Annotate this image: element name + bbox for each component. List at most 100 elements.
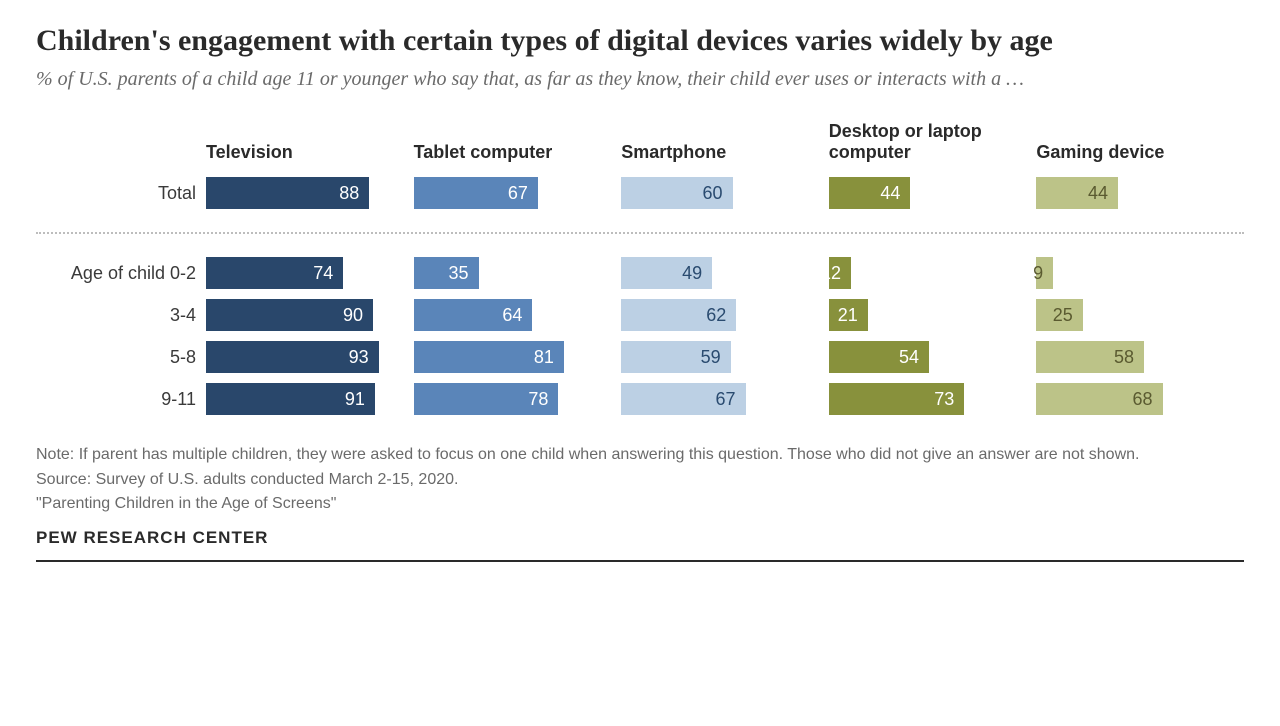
- bar-cell: 58: [1036, 341, 1244, 373]
- rows-group-total: Total88 67 60 44 44: [36, 172, 1244, 214]
- source-line: Source: Survey of U.S. adults conducted …: [36, 469, 1244, 491]
- bar: 78: [414, 383, 559, 415]
- bar: 58: [1036, 341, 1144, 373]
- bar-wrap: 44: [829, 177, 1015, 209]
- brand-label: PEW RESEARCH CENTER: [36, 528, 1244, 548]
- bar-cell: 35: [414, 257, 622, 289]
- bar: 81: [414, 341, 564, 373]
- bar-cell: 59: [621, 341, 829, 373]
- bar: 88: [206, 177, 369, 209]
- bar-cell: 68: [1036, 383, 1244, 415]
- chart-notes: Note: If parent has multiple children, t…: [36, 444, 1244, 515]
- bar: 91: [206, 383, 375, 415]
- bar-wrap: 73: [829, 383, 1015, 415]
- bar-wrap: 62: [621, 299, 807, 331]
- bar-wrap: 78: [414, 383, 600, 415]
- bar-cell: 74: [206, 257, 414, 289]
- bar-wrap: 68: [1036, 383, 1222, 415]
- bar: 62: [621, 299, 736, 331]
- bar-cell: 49: [621, 257, 829, 289]
- bar: 54: [829, 341, 929, 373]
- bar-wrap: 12: [829, 257, 1015, 289]
- bar: 49: [621, 257, 712, 289]
- bar: 44: [1036, 177, 1118, 209]
- bar-wrap: 67: [621, 383, 807, 415]
- bar: 93: [206, 341, 379, 373]
- data-row: Total88 67 60 44 44: [36, 172, 1244, 214]
- bar: 67: [621, 383, 745, 415]
- bar-wrap: 35: [414, 257, 600, 289]
- bar-cell: 54: [829, 341, 1037, 373]
- bar: 25: [1036, 299, 1082, 331]
- data-row: 9-1191 78 67 73 68: [36, 378, 1244, 420]
- bar-wrap: 67: [414, 177, 600, 209]
- bar: 68: [1036, 383, 1162, 415]
- chart-subtitle: % of U.S. parents of a child age 11 or y…: [36, 66, 1244, 93]
- bar-wrap: 58: [1036, 341, 1222, 373]
- bar-cell: 93: [206, 341, 414, 373]
- bar-cell: 12: [829, 257, 1037, 289]
- bar-cell: 21: [829, 299, 1037, 331]
- bar-wrap: 49: [621, 257, 807, 289]
- bar-wrap: 88: [206, 177, 392, 209]
- bar-wrap: 9: [1036, 257, 1222, 289]
- bar-cell: 67: [414, 177, 622, 209]
- row-label: Total: [36, 183, 206, 204]
- bar-wrap: 93: [206, 341, 392, 373]
- bar-wrap: 81: [414, 341, 600, 373]
- bar-cell: 62: [621, 299, 829, 331]
- chart-title: Children's engagement with certain types…: [36, 24, 1244, 58]
- bar: 12: [829, 257, 851, 289]
- row-label: 3-4: [36, 305, 206, 326]
- col-header-gaming: Gaming device: [1036, 142, 1222, 163]
- bar-cell: 88: [206, 177, 414, 209]
- bar-cell: 81: [414, 341, 622, 373]
- report-line: "Parenting Children in the Age of Screen…: [36, 493, 1244, 515]
- bar-cell: 67: [621, 383, 829, 415]
- bar-wrap: 54: [829, 341, 1015, 373]
- col-header-smartphone: Smartphone: [621, 142, 807, 163]
- col-header-tablet: Tablet computer: [414, 142, 600, 163]
- note-line: Note: If parent has multiple children, t…: [36, 444, 1244, 466]
- data-row: 5-893 81 59 54 58: [36, 336, 1244, 378]
- bar-wrap: 25: [1036, 299, 1222, 331]
- footer-rule: [36, 560, 1244, 562]
- group-divider: [36, 232, 1244, 234]
- col-header-desktop-laptop: Desktop or laptop computer: [829, 121, 1015, 162]
- bar-cell: 90: [206, 299, 414, 331]
- bar-wrap: 21: [829, 299, 1015, 331]
- row-label: 5-8: [36, 347, 206, 368]
- row-label: Age of child 0-2: [36, 263, 206, 284]
- bar-wrap: 64: [414, 299, 600, 331]
- bar-cell: 9: [1036, 257, 1244, 289]
- bar: 59: [621, 341, 731, 373]
- bar-cell: 91: [206, 383, 414, 415]
- bar-wrap: 60: [621, 177, 807, 209]
- bar: 64: [414, 299, 533, 331]
- bar: 74: [206, 257, 343, 289]
- bar: 90: [206, 299, 373, 331]
- bar: 35: [414, 257, 479, 289]
- data-row: 3-490 64 62 21 25: [36, 294, 1244, 336]
- bar: 67: [414, 177, 538, 209]
- bar-wrap: 59: [621, 341, 807, 373]
- rows-group-age: Age of child 0-274 35 49 12 9 3-490 64 62 21 25 5-…: [36, 252, 1244, 420]
- bar-cell: 64: [414, 299, 622, 331]
- bar-cell: 78: [414, 383, 622, 415]
- bar: 60: [621, 177, 732, 209]
- column-headers-row: Television Tablet computer Smartphone De…: [36, 121, 1244, 162]
- chart-area: Television Tablet computer Smartphone De…: [36, 121, 1244, 420]
- col-header-television: Television: [206, 142, 392, 163]
- data-row: Age of child 0-274 35 49 12 9: [36, 252, 1244, 294]
- bar-cell: 60: [621, 177, 829, 209]
- bar-cell: 25: [1036, 299, 1244, 331]
- bar: 9: [1036, 257, 1053, 289]
- bar: 44: [829, 177, 911, 209]
- bar-wrap: 91: [206, 383, 392, 415]
- bar: 21: [829, 299, 868, 331]
- bar-cell: 73: [829, 383, 1037, 415]
- bar-wrap: 90: [206, 299, 392, 331]
- bar-wrap: 74: [206, 257, 392, 289]
- row-label: 9-11: [36, 389, 206, 410]
- bar-wrap: 44: [1036, 177, 1222, 209]
